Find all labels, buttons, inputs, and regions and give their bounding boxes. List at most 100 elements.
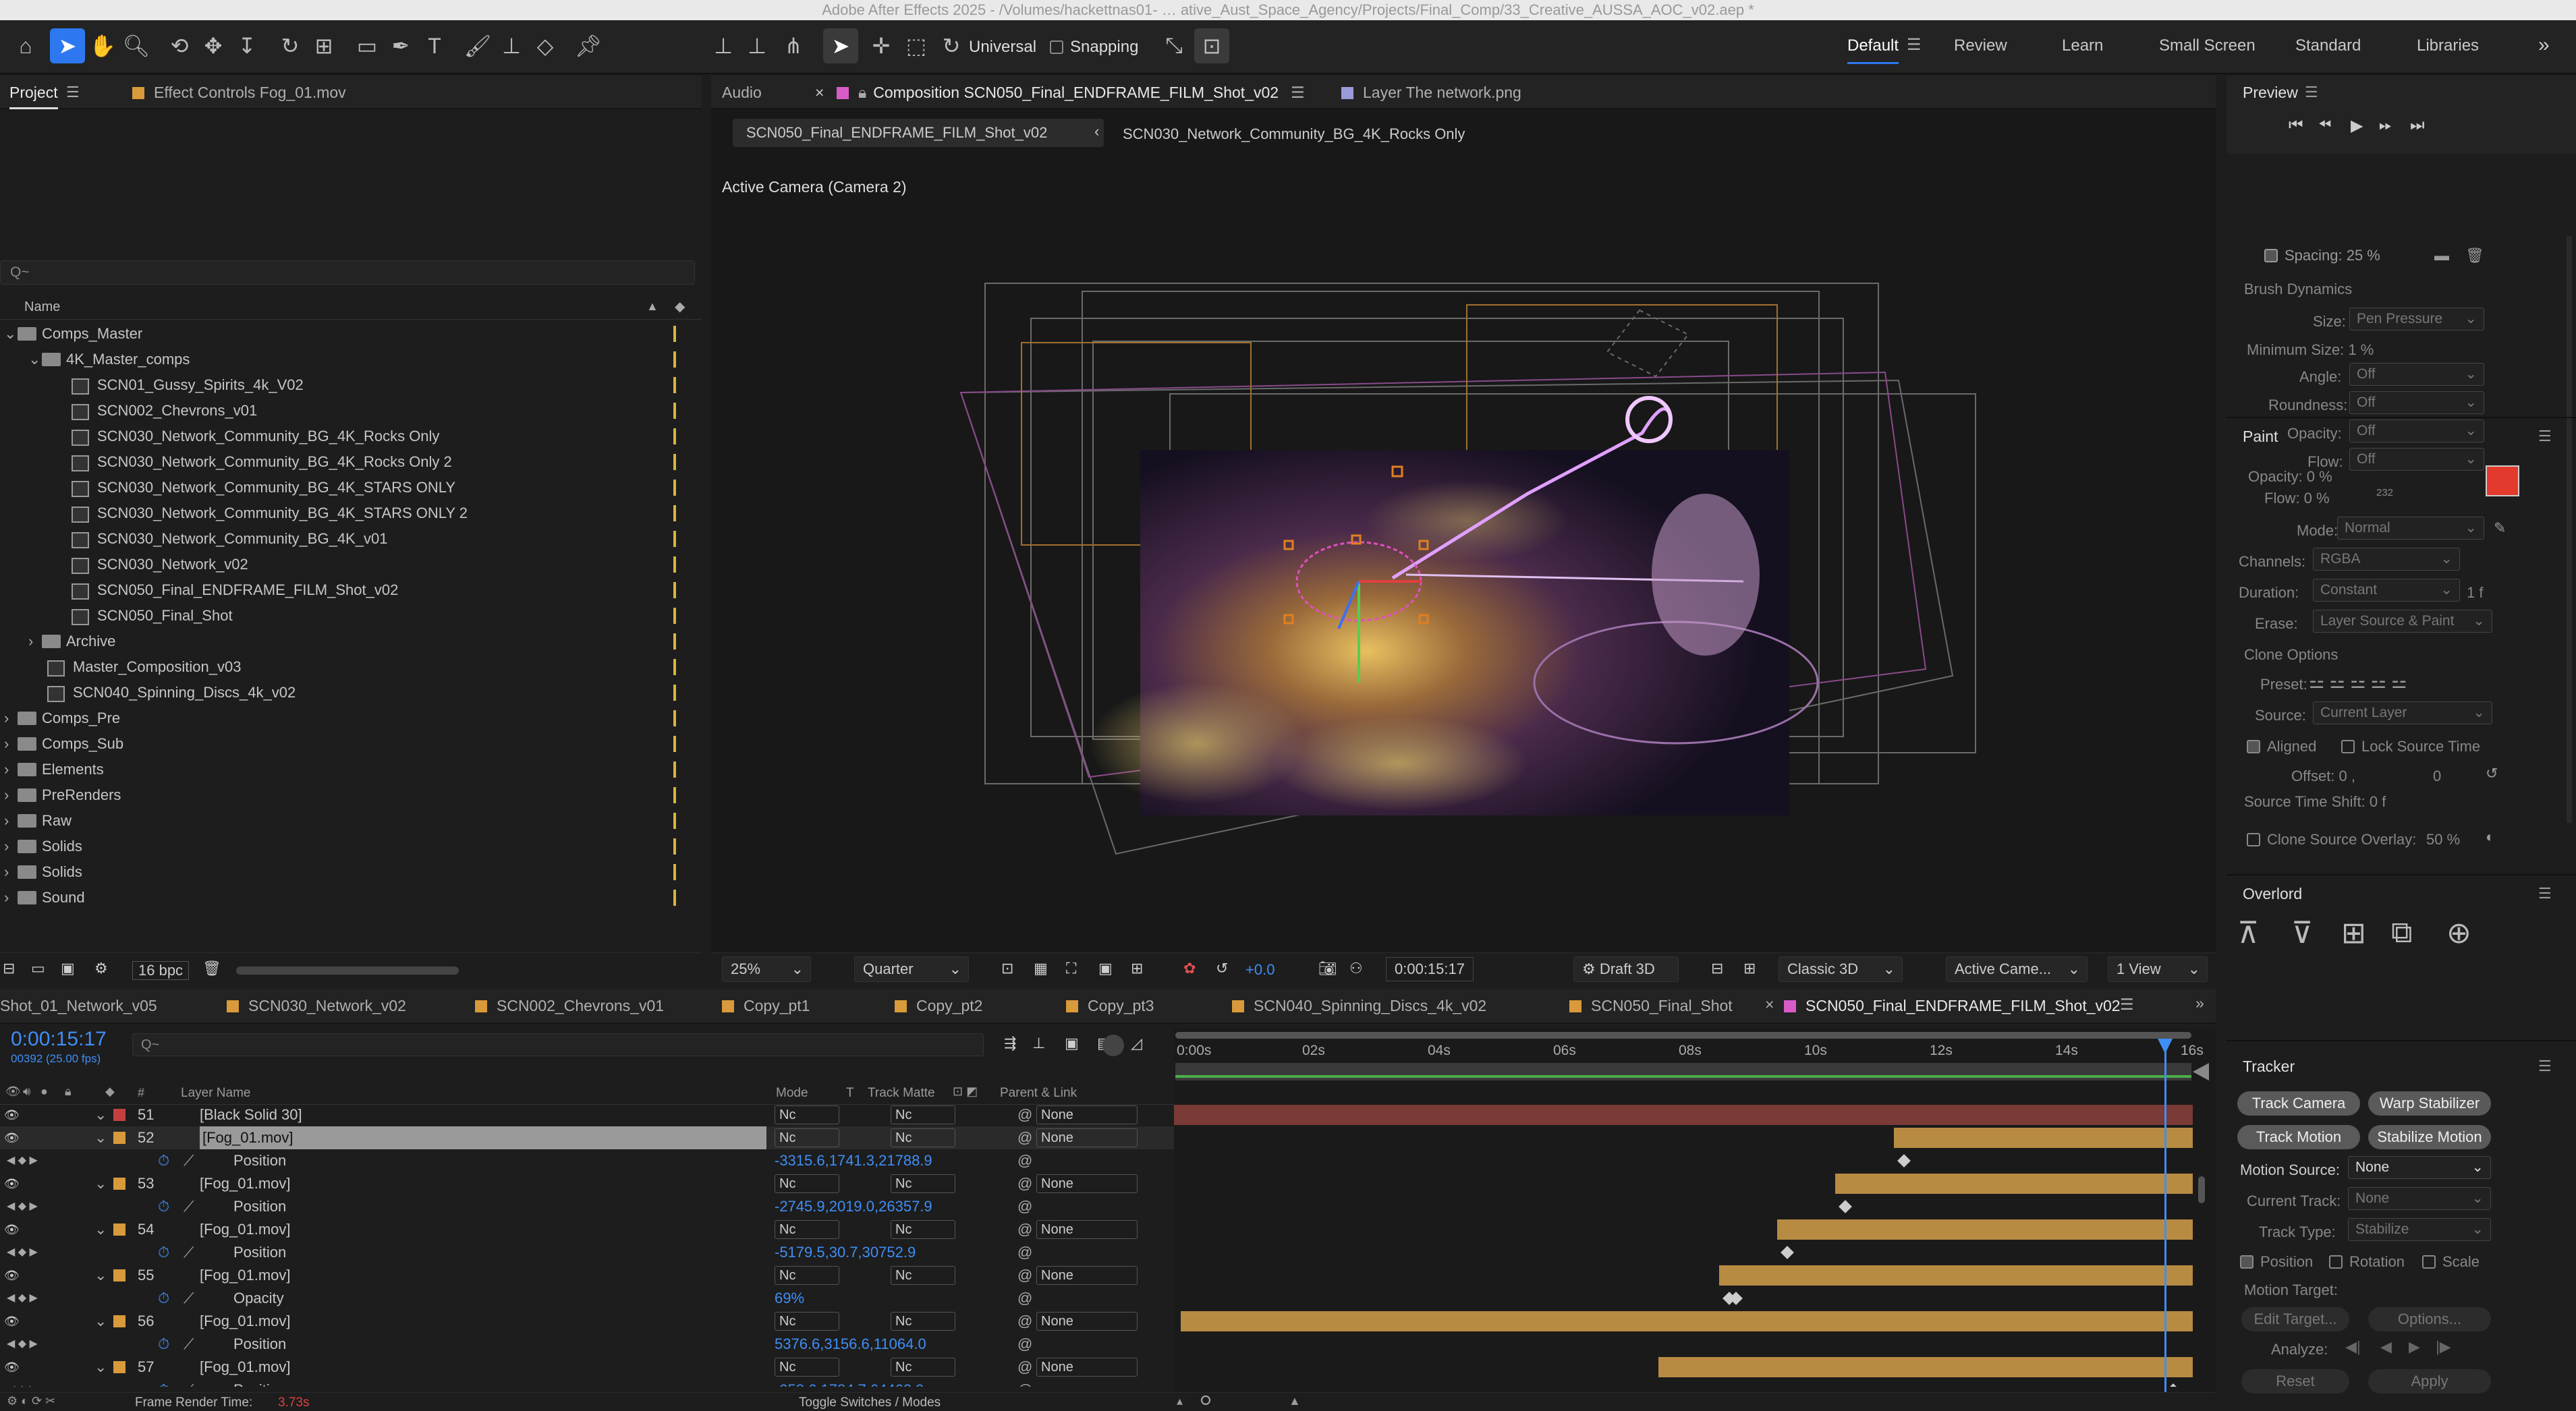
name-column-header[interactable]: Name bbox=[24, 299, 60, 315]
blend-mode-dropdown[interactable]: Nc bbox=[775, 1312, 839, 1331]
visibility-eye-icon[interactable]: 👁︎ bbox=[4, 1264, 20, 1287]
preview-menu-icon[interactable]: ☰ bbox=[2305, 84, 2318, 101]
close-icon[interactable]: × bbox=[1765, 996, 1774, 1014]
resolution-dropdown[interactable]: Quarter ⌄ bbox=[854, 956, 969, 982]
current-time-indicator[interactable] bbox=[2164, 1039, 2166, 1411]
paint-duration-dropdown[interactable]: Constant ⌄ bbox=[2313, 579, 2460, 602]
hand-tool-icon[interactable]: ✋ bbox=[85, 28, 120, 63]
timeline-tab[interactable]: Shot_01_Network_v05 bbox=[0, 997, 157, 1015]
reset-offset-icon[interactable]: ↺ bbox=[2486, 765, 2498, 782]
timeline-tab[interactable]: SCN050_Final_ENDFRAME_FILM_Shot_v02 bbox=[1784, 997, 2121, 1015]
zoom-slider-handle[interactable] bbox=[1201, 1395, 1210, 1405]
timeline-tab[interactable]: SCN050_Final_Shot bbox=[1569, 997, 1733, 1015]
graph-icon[interactable]: ⟋ bbox=[184, 1379, 194, 1387]
timeline-tab[interactable]: Copy_pt3 bbox=[1066, 997, 1154, 1015]
project-comp-row[interactable]: SCN030_Network_v02 bbox=[0, 552, 702, 577]
blend-mode-dropdown[interactable]: Nc bbox=[775, 1220, 839, 1239]
track-scale-toggle[interactable]: Scale bbox=[2422, 1253, 2480, 1271]
tab-project[interactable]: Project bbox=[9, 84, 58, 109]
layer-label-color[interactable] bbox=[113, 1269, 125, 1282]
layer-name[interactable]: [Fog_01.mov] bbox=[200, 1172, 291, 1195]
chevron-right-icon[interactable]: › bbox=[4, 808, 9, 834]
interpret-footage-icon[interactable]: ⊟ bbox=[3, 960, 15, 977]
chevron-right-icon[interactable]: › bbox=[4, 859, 9, 885]
pick-whip-icon[interactable]: @ bbox=[1017, 1103, 1032, 1126]
keyframe-navigator[interactable]: ◀ ◆ ▶ bbox=[7, 1149, 38, 1172]
analyze-backward-icon[interactable]: ◀ bbox=[2380, 1338, 2392, 1356]
project-folder-row[interactable]: › Solids bbox=[0, 859, 702, 885]
play-icon[interactable]: ▶ bbox=[2351, 116, 2363, 136]
property-value[interactable]: -2745.9,2019.0,26357.9 bbox=[775, 1195, 932, 1218]
snapshot-icon[interactable]: 📷︎ bbox=[1318, 960, 1337, 977]
layer-name[interactable]: [Fog_01.mov] bbox=[200, 1310, 291, 1333]
workspace-learn[interactable]: Learn bbox=[2062, 36, 2103, 55]
project-scrollbar[interactable] bbox=[236, 967, 459, 975]
property-value[interactable]: -5179.5,30.7,30752.9 bbox=[775, 1241, 916, 1264]
warp-stabilizer-button[interactable]: Warp Stabilizer bbox=[2368, 1091, 2491, 1116]
transparency-grid-icon[interactable]: ▦ bbox=[1034, 960, 1048, 977]
timeline-layer-row[interactable]: 👁︎ ⌄ 51 [Black Solid 30] Nc Nc @ None bbox=[0, 1103, 1174, 1126]
paint-duration-frames[interactable]: 1 f bbox=[2467, 584, 2483, 602]
layer-duration-bar[interactable] bbox=[1181, 1311, 2193, 1331]
pick-whip-icon[interactable]: @ bbox=[1017, 1149, 1032, 1172]
extended-viewer-icon[interactable]: ⊞ bbox=[1743, 960, 1756, 977]
bpc-button[interactable]: 16 bpc bbox=[132, 961, 190, 980]
graph-icon[interactable]: ⟋ bbox=[184, 1287, 194, 1310]
stopwatch-icon[interactable]: ⏱ bbox=[158, 1287, 169, 1310]
first-frame-icon[interactable]: ⏮ bbox=[2289, 116, 2303, 135]
brush-angle-dropdown[interactable]: Off ⌄ bbox=[2349, 363, 2484, 386]
project-folder-row[interactable]: › Sound bbox=[0, 885, 702, 911]
motion-blur-icon[interactable] bbox=[1102, 1035, 1124, 1056]
clone-overlay-toggle[interactable]: Clone Source Overlay: bbox=[2247, 831, 2416, 848]
view-layout-dropdown[interactable]: 1 View ⌄ bbox=[2108, 956, 2208, 982]
project-folder-row[interactable]: › Comps_Sub bbox=[0, 731, 702, 757]
pick-whip-icon[interactable]: @ bbox=[1017, 1218, 1032, 1241]
selection-tool-icon[interactable]: ➤ bbox=[50, 28, 85, 63]
pick-whip-icon[interactable]: @ bbox=[1017, 1356, 1032, 1379]
blend-mode-dropdown[interactable]: Nc bbox=[775, 1266, 839, 1285]
project-comp-row[interactable]: Master_Composition_v03 bbox=[0, 654, 702, 680]
analyze-back-1-icon[interactable]: ◀| bbox=[2345, 1338, 2361, 1356]
snapping-checkbox[interactable] bbox=[1050, 40, 1063, 54]
layer-duration-bar[interactable] bbox=[1174, 1105, 2193, 1125]
chevron-down-icon[interactable]: ⌄ bbox=[94, 1218, 107, 1241]
new-composition-icon[interactable]: ▣ bbox=[61, 960, 75, 977]
project-folder-row[interactable]: › Raw bbox=[0, 808, 702, 834]
track-matte-dropdown[interactable]: Nc bbox=[891, 1266, 955, 1285]
timeline-property-row[interactable]: ◀ ◆ ▶ ⏱ ⟋ Opacity 69% @ bbox=[0, 1287, 1174, 1310]
graph-editor-icon[interactable]: ◿ bbox=[1131, 1035, 1142, 1052]
footer-switch-icons[interactable]: ⚙ ◐ ⟳ ✂ bbox=[7, 1394, 55, 1408]
timeline-layer-row[interactable]: 👁︎ ⌄ 55 [Fog_01.mov] Nc Nc @ None bbox=[0, 1264, 1174, 1287]
eyedropper-icon[interactable]: ✎ bbox=[2494, 519, 2506, 537]
timeline-search-input[interactable]: Q~ bbox=[132, 1033, 984, 1056]
aligned-toggle[interactable]: Aligned bbox=[2247, 738, 2316, 755]
brush-tool-icon[interactable]: 🖌︎ bbox=[460, 28, 495, 63]
zoom-dropdown[interactable]: 25% ⌄ bbox=[722, 956, 811, 982]
timeline-tab[interactable]: Copy_pt1 bbox=[722, 997, 810, 1015]
clone-offset[interactable]: Offset: 0 , bbox=[2291, 768, 2355, 785]
foreground-color-swatch[interactable] bbox=[2486, 465, 2519, 496]
keyframe-navigator[interactable]: ◀ ◆ ▶ bbox=[7, 1195, 38, 1218]
paint-channels-dropdown[interactable]: RGBA ⌄ bbox=[2313, 548, 2460, 571]
keyframe-navigator[interactable]: ◀ ◆ ▶ bbox=[7, 1333, 38, 1356]
track-matte-dropdown[interactable]: Nc bbox=[891, 1358, 955, 1377]
grid-guides-icon[interactable]: ⊞ bbox=[1131, 960, 1143, 977]
breadcrumb-current-comp[interactable]: SCN050_Final_ENDFRAME_FILM_Shot_v02 bbox=[733, 119, 1104, 147]
layer-duration-bar[interactable] bbox=[1719, 1265, 2193, 1286]
rotation-tool-icon[interactable]: ↻ bbox=[273, 28, 308, 63]
comp-mini-flowchart-icon[interactable]: ⇶ bbox=[1004, 1035, 1016, 1052]
track-scale-checkbox[interactable] bbox=[2422, 1255, 2436, 1269]
snap-options-icon[interactable]: ⤡ bbox=[1156, 28, 1192, 63]
lock-source-toggle[interactable]: Lock Source Time bbox=[2341, 738, 2480, 755]
timeline-layer-row[interactable]: 👁︎ ⌄ 53 [Fog_01.mov] Nc Nc @ None bbox=[0, 1172, 1174, 1195]
workspace-small-screen[interactable]: Small Screen bbox=[2159, 36, 2256, 55]
lock-source-checkbox[interactable] bbox=[2341, 740, 2355, 753]
chevron-right-icon[interactable]: › bbox=[28, 629, 33, 654]
selection-mode-icon[interactable]: ➤ bbox=[823, 28, 858, 63]
keyframe-navigator[interactable]: ◀ ◆ ▶ bbox=[7, 1287, 38, 1310]
timeline-layer-row[interactable]: 👁︎ ⌄ 57 [Fog_01.mov] Nc Nc @ None bbox=[0, 1356, 1174, 1379]
pick-whip-icon[interactable]: @ bbox=[1017, 1333, 1032, 1356]
project-comp-row[interactable]: SCN040_Spinning_Discs_4k_v02 bbox=[0, 680, 702, 706]
paint-opacity[interactable]: Opacity: 0 % bbox=[2248, 468, 2332, 486]
tracker-menu-icon[interactable]: ☰ bbox=[2538, 1058, 2552, 1075]
